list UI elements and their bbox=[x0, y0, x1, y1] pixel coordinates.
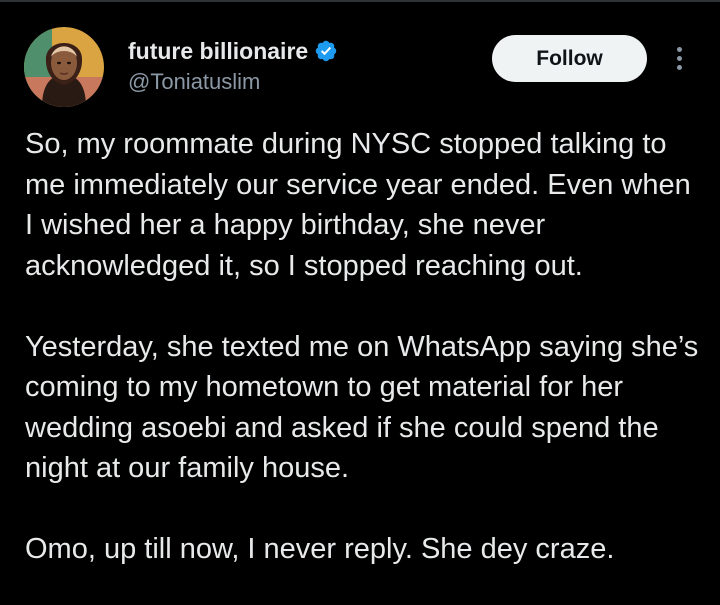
more-vertical-icon[interactable] bbox=[668, 44, 692, 74]
display-name[interactable]: future billionaire bbox=[128, 38, 308, 65]
tweet-paragraph: Yesterday, she texted me on WhatsApp say… bbox=[25, 330, 699, 485]
display-name-row: future billionaire bbox=[128, 36, 338, 66]
tweet-text: So, my roommate during NYSC stopped talk… bbox=[25, 124, 705, 570]
tweet-paragraph: So, my roommate during NYSC stopped talk… bbox=[25, 128, 691, 282]
user-info: future billionaire @Toniatuslim bbox=[128, 36, 338, 95]
verified-badge-icon[interactable] bbox=[314, 39, 338, 63]
user-handle[interactable]: @Toniatuslim bbox=[128, 69, 338, 95]
follow-button[interactable]: Follow bbox=[492, 35, 647, 82]
tweet-paragraph: Omo, up till now, I never reply. She dey… bbox=[25, 533, 615, 565]
avatar-photo-icon bbox=[24, 27, 104, 107]
avatar[interactable] bbox=[24, 27, 104, 107]
tweet-header: future billionaire @Toniatuslim Follow bbox=[0, 0, 720, 110]
